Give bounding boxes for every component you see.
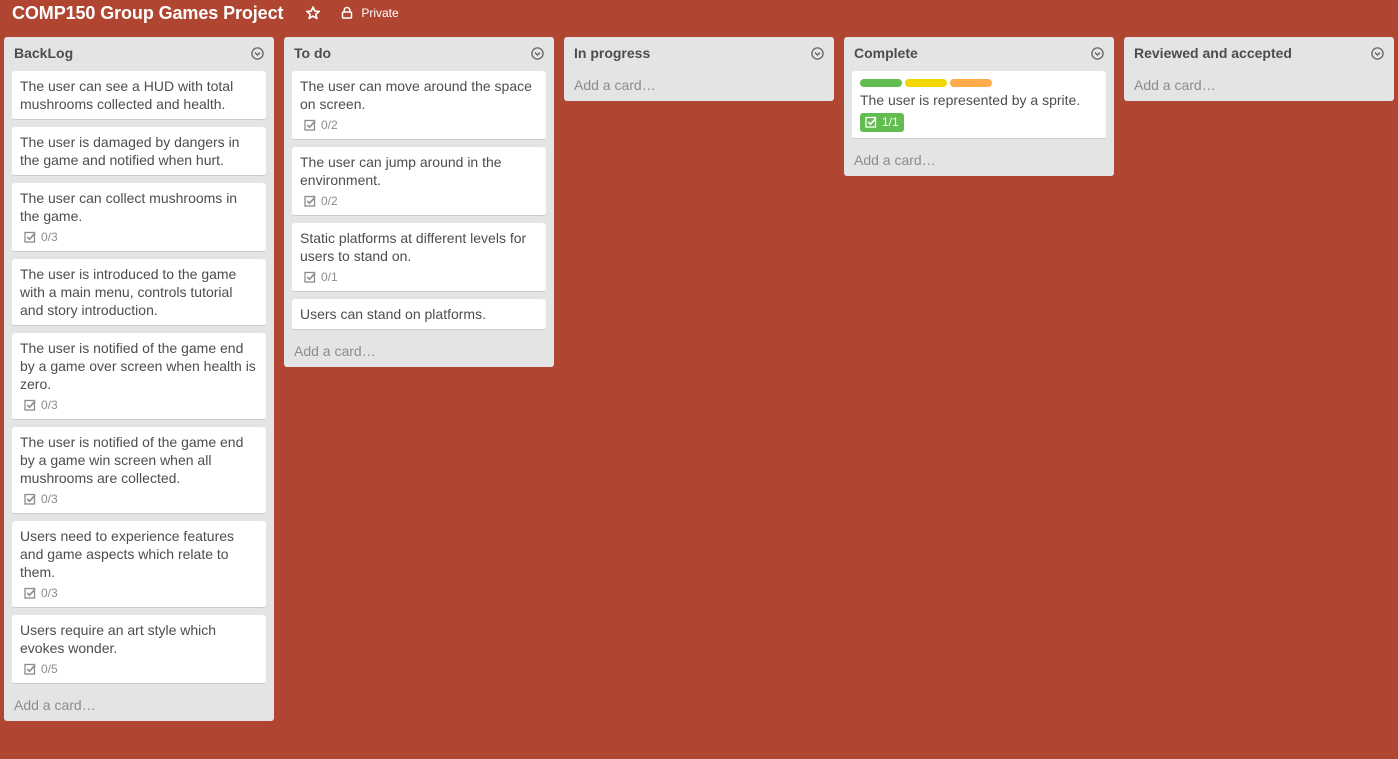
checkbox-icon [304, 118, 321, 132]
add-card-button[interactable]: Add a card… [4, 691, 274, 721]
checklist-badge: 0/3 [24, 585, 58, 601]
chevron-down-circle-icon[interactable] [1091, 47, 1104, 60]
card-title: The user is introduced to the game with … [20, 266, 237, 318]
card[interactable]: The user is damaged by dangers in the ga… [12, 127, 266, 176]
privacy-label: Private [361, 5, 399, 20]
card[interactable]: Users require an art style which evokes … [12, 615, 266, 684]
card-label [860, 79, 902, 87]
card[interactable]: The user can move around the space on sc… [292, 71, 546, 140]
chevron-down-circle-icon[interactable] [251, 47, 264, 60]
card-labels [860, 79, 1098, 87]
card[interactable]: The user can collect mushrooms in the ga… [12, 183, 266, 252]
checklist-badge: 1/1 [860, 113, 904, 132]
checkbox-icon [24, 230, 41, 244]
list-title[interactable]: BackLog [14, 45, 73, 61]
list-header: In progress [564, 37, 834, 69]
card[interactable]: The user is notified of the game end by … [12, 427, 266, 514]
checkbox-icon [24, 398, 41, 412]
list-backlog: BackLog The user can see a HUD with total… [4, 37, 274, 721]
checklist-count: 0/3 [41, 398, 58, 412]
checkbox-icon [304, 270, 321, 284]
checklist-count: 1/1 [882, 115, 899, 129]
privacy-button[interactable]: Private [340, 5, 399, 21]
checklist-badge: 0/2 [304, 193, 338, 209]
add-card-button[interactable]: Add a card… [564, 71, 834, 101]
checklist-badge: 0/3 [24, 229, 58, 245]
add-card-button[interactable]: Add a card… [844, 146, 1114, 176]
checklist-count: 0/3 [41, 586, 58, 600]
chevron-down-circle-icon[interactable] [811, 47, 824, 60]
list-title[interactable]: Reviewed and accepted [1134, 45, 1292, 61]
card-title: The user can jump around in the environm… [300, 154, 502, 188]
checklist-count: 0/3 [41, 492, 58, 506]
card-title: Users require an art style which evokes … [20, 622, 217, 656]
list-to-do: To do The user can move around the space … [284, 37, 554, 367]
card-title: The user is represented by a sprite. [860, 92, 1081, 108]
card-title: Static platforms at different levels for… [300, 230, 527, 264]
card-label [905, 79, 947, 87]
star-icon[interactable] [305, 5, 321, 21]
card[interactable]: Static platforms at different levels for… [292, 223, 546, 292]
card-title: The user can move around the space on sc… [300, 78, 532, 112]
checklist-badge: 0/5 [24, 661, 58, 677]
checklist-count: 0/2 [321, 194, 338, 208]
card-title: The user is notified of the game end by … [20, 340, 256, 392]
checkbox-icon [304, 194, 321, 208]
list-title[interactable]: Complete [854, 45, 918, 61]
add-card-button[interactable]: Add a card… [1124, 71, 1394, 101]
list-header: BackLog [4, 37, 274, 69]
list-reviewed-and-accepted: Reviewed and accepted Add a card… [1124, 37, 1394, 101]
list-header: Reviewed and accepted [1124, 37, 1394, 69]
list-in-progress: In progress Add a card… [564, 37, 834, 101]
checklist-count: 0/5 [41, 662, 58, 676]
lock-icon [341, 6, 353, 19]
checkbox-icon [24, 586, 41, 600]
checklist-count: 0/1 [321, 270, 338, 284]
card[interactable]: The user can jump around in the environm… [292, 147, 546, 216]
card-list: The user can move around the space on sc… [284, 69, 554, 330]
checklist-badge: 0/1 [304, 269, 338, 285]
card[interactable]: The user is introduced to the game with … [12, 259, 266, 326]
checklist-badge: 0/2 [304, 117, 338, 133]
checkbox-icon [865, 115, 882, 129]
chevron-down-circle-icon[interactable] [1371, 47, 1384, 60]
list-title[interactable]: In progress [574, 45, 650, 61]
list-complete: Complete The user is represented by a spr… [844, 37, 1114, 176]
checklist-badge: 0/3 [24, 491, 58, 507]
card[interactable]: Users need to experience features and ga… [12, 521, 266, 608]
card-list: The user can see a HUD with total mushro… [4, 69, 274, 684]
card[interactable]: The user is notified of the game end by … [12, 333, 266, 420]
card-title: The user can collect mushrooms in the ga… [20, 190, 238, 224]
checklist-count: 0/3 [41, 230, 58, 244]
checkbox-icon [24, 662, 41, 676]
card-title: The user is damaged by dangers in the ga… [20, 134, 240, 168]
list-title[interactable]: To do [294, 45, 331, 61]
card-title: Users can stand on platforms. [300, 306, 486, 322]
chevron-down-circle-icon[interactable] [531, 47, 544, 60]
checklist-count: 0/2 [321, 118, 338, 132]
list-header: Complete [844, 37, 1114, 69]
card[interactable]: The user can see a HUD with total mushro… [12, 71, 266, 120]
card-title: The user is notified of the game end by … [20, 434, 244, 486]
card-title: The user can see a HUD with total mushro… [20, 78, 234, 112]
card-list: The user is represented by a sprite. 1/1 [844, 69, 1114, 139]
card-title: Users need to experience features and ga… [20, 528, 235, 580]
card[interactable]: Users can stand on platforms. [292, 299, 546, 330]
card-label [950, 79, 992, 87]
card[interactable]: The user is represented by a sprite. 1/1 [852, 71, 1106, 139]
board-title[interactable]: COMP150 Group Games Project [12, 3, 283, 24]
checklist-badge: 0/3 [24, 397, 58, 413]
checkbox-icon [24, 492, 41, 506]
add-card-button[interactable]: Add a card… [284, 337, 554, 367]
board-header: COMP150 Group Games Project Private [0, 0, 1398, 30]
list-header: To do [284, 37, 554, 69]
